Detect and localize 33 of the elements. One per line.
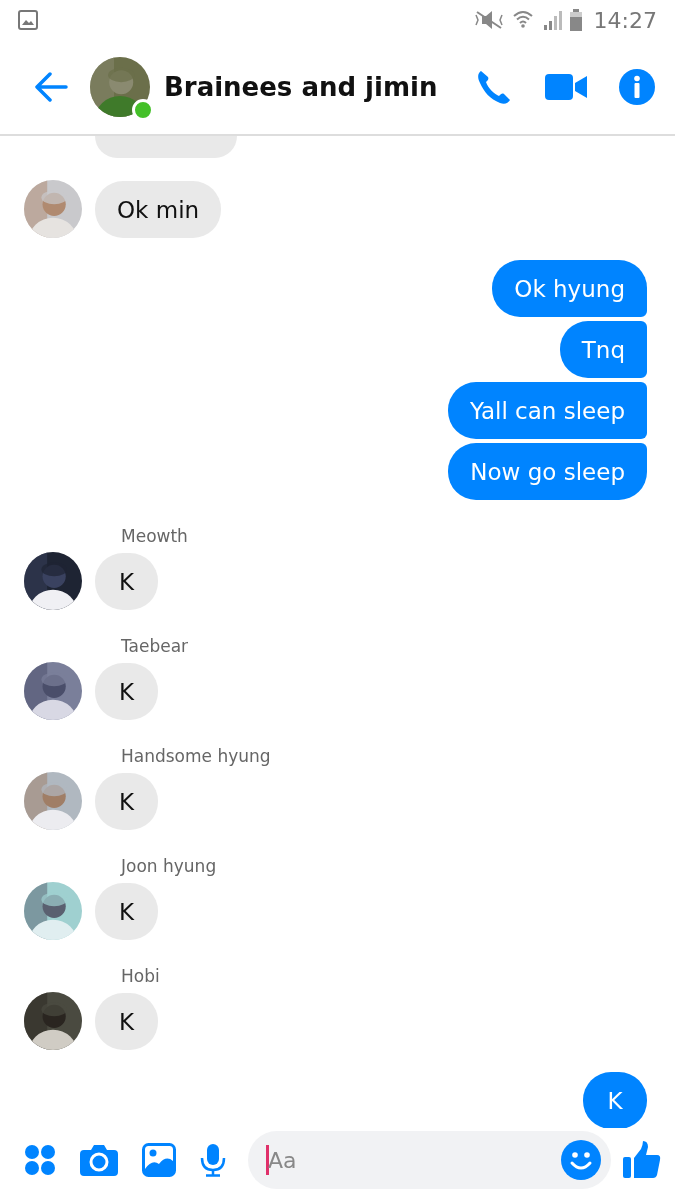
sender-name: Taebear [121, 636, 190, 658]
signal-icon [541, 9, 562, 31]
message-bubble: Ok min [95, 181, 222, 238]
mute-icon [473, 10, 504, 30]
info-icon[interactable] [619, 69, 655, 105]
microphone-icon[interactable] [200, 1143, 226, 1177]
chat-title: Brainees and jimin [164, 72, 439, 102]
sender-name: Joon hyung [121, 856, 218, 878]
emoji-icon[interactable] [561, 1140, 601, 1180]
sender-name: Handsome hyung [121, 746, 272, 768]
gallery-notification-icon [18, 10, 38, 30]
battery-icon [569, 9, 582, 31]
apps-icon[interactable] [24, 1144, 56, 1176]
message-bubble: K [95, 883, 158, 940]
message-bubble: K [95, 773, 158, 830]
camera-icon[interactable] [80, 1144, 118, 1176]
image-icon[interactable] [142, 1143, 176, 1177]
message-bubble: Now go sleep [448, 443, 647, 500]
message-bubble: Ok hyung [492, 260, 647, 317]
thumbs-up-icon[interactable] [623, 1141, 661, 1179]
video-camera-icon[interactable] [545, 72, 587, 102]
phone-icon[interactable] [475, 68, 513, 106]
message-bubble: K [583, 1072, 647, 1128]
message-bubble: K [95, 993, 158, 1050]
sender-name: Hobi [121, 966, 161, 988]
message-bubble: Tnq [559, 321, 647, 378]
message-bubble: K [95, 663, 158, 720]
message-bubble: Yall can sleep [448, 382, 647, 439]
clock-time: 14:27 [593, 7, 657, 33]
back-arrow-icon[interactable] [34, 72, 68, 102]
wifi-icon [511, 9, 534, 31]
sender-name: Meowth [121, 526, 189, 548]
message-bubble: K [95, 553, 158, 610]
